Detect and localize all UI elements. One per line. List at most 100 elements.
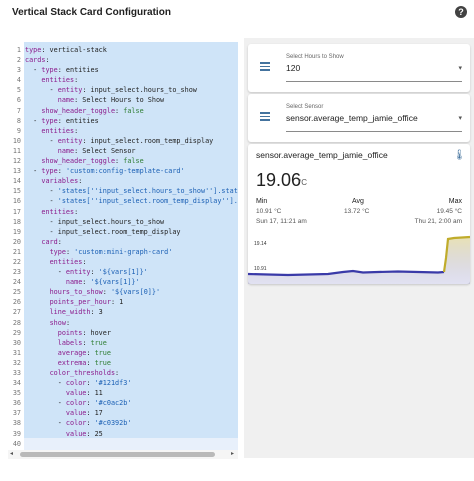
min-label: Min — [256, 198, 268, 205]
code-text: show_header_toggle: false — [41, 106, 144, 115]
graph-max-axis-label: 19.14 — [252, 241, 269, 247]
scroll-right-arrow-icon[interactable]: ▸ — [231, 450, 234, 459]
thermometer-icon: 🌡 — [453, 150, 466, 161]
line-number: 40 — [12, 439, 21, 448]
hours-select-dropdown[interactable]: Select Hours to Show 120 ▾ — [286, 54, 462, 82]
code-text: value: 17 — [65, 409, 103, 418]
code-text: card: — [41, 237, 62, 246]
scrollbar-thumb[interactable] — [20, 452, 215, 457]
code-text: name: Select Hours to Show — [57, 96, 165, 105]
line-number: 10 — [12, 136, 21, 145]
line-number: 16 — [12, 197, 21, 206]
card-preview: Select Hours to Show 120 ▾ Select Sensor… — [244, 38, 474, 458]
line-number: 23 — [12, 268, 21, 277]
hours-select-value: 120 — [286, 63, 301, 73]
code-text: value: 11 — [65, 389, 103, 398]
sensor-select-card: Select Sensor sensor.average_temp_jamie_… — [248, 94, 470, 142]
code-text: type: vertical-stack — [25, 46, 107, 54]
code-text: - entity: input_select.room_temp_display — [25, 136, 214, 145]
line-number: 17 — [12, 207, 21, 216]
line-number: 6 — [16, 96, 21, 105]
code-text: - color: '#c0392b' — [25, 419, 132, 428]
code-text: cards: — [25, 56, 50, 65]
temperature-history-graph — [248, 235, 470, 284]
chevron-down-icon[interactable]: ▾ — [458, 64, 462, 72]
code-text: - type: entities — [25, 66, 99, 75]
code-text: - color: '#121df3' — [25, 379, 132, 388]
code-text: extrema: true — [57, 358, 111, 367]
min-time: Sun 17, 11:21 am — [256, 218, 307, 225]
yaml-code-editor[interactable]: 1 type: vertical-stack 2 cards: 3 - type: en… — [8, 42, 238, 458]
line-number: 15 — [12, 187, 21, 196]
code-text: value: 25 — [65, 429, 103, 438]
line-number: 19 — [12, 227, 21, 236]
max-time: Thu 21, 2:00 am — [414, 218, 462, 225]
line-number: 30 — [12, 338, 21, 347]
code-text: entities: — [41, 76, 79, 85]
hours-select-card: Select Hours to Show 120 ▾ — [248, 44, 470, 92]
format-list-bulleted-icon — [260, 112, 270, 121]
line-number: 18 — [12, 217, 21, 226]
chevron-down-icon[interactable]: ▾ — [458, 114, 462, 122]
code-text: entities: — [49, 257, 87, 266]
code-text: points: hover — [57, 328, 111, 337]
code-text: name: Select Sensor — [57, 146, 136, 155]
scroll-left-arrow-icon[interactable]: ◂ — [10, 450, 13, 459]
help-circle-icon[interactable]: ? — [455, 6, 467, 18]
code-text: - entity: input_select.hours_to_show — [25, 86, 197, 95]
avg-label: Avg — [352, 198, 364, 205]
code-text: average: true — [57, 348, 111, 357]
line-number: 4 — [16, 76, 21, 85]
code-text: name: '${vars[1]}' — [65, 278, 140, 287]
line-number: 36 — [12, 399, 21, 408]
sensor-select-dropdown[interactable]: Select Sensor sensor.average_temp_jamie_… — [286, 104, 462, 132]
sensor-select-value: sensor.average_temp_jamie_office — [286, 113, 418, 123]
graph-min-axis-label: 10.91 — [252, 266, 269, 272]
line-number: 9 — [16, 126, 21, 135]
code-text: variables: — [41, 177, 83, 186]
line-number: 13 — [12, 167, 21, 176]
line-number: 37 — [12, 409, 21, 418]
code-text: - color: '#c0ac2b' — [25, 399, 132, 408]
code-text: points_per_hour: 1 — [49, 298, 124, 307]
line-number: 33 — [12, 369, 21, 377]
graph-state-value: 19.06 — [256, 170, 302, 190]
line-number: 14 — [12, 177, 21, 186]
code-text: - 'states[''input_select.hours_to_show''… — [25, 187, 238, 196]
hours-select-label: Select Hours to Show — [286, 54, 344, 60]
graph-area — [248, 237, 470, 284]
horizontal-scrollbar[interactable]: ◂ ▸ — [8, 450, 238, 459]
line-number: 38 — [12, 419, 21, 428]
line-number: 3 — [16, 66, 21, 75]
line-number: 12 — [12, 157, 21, 166]
code-text: color_thresholds: — [49, 369, 120, 377]
code-text: entities: — [41, 126, 79, 135]
line-number: 34 — [12, 379, 21, 388]
max-label: Max — [448, 198, 462, 205]
mini-graph-card[interactable]: sensor.average_temp_jamie_office 🌡 19.06… — [248, 144, 470, 284]
line-number: 21 — [12, 247, 21, 256]
code-text: labels: true — [57, 338, 107, 347]
line-number: 7 — [16, 106, 21, 115]
sensor-select-label: Select Sensor — [286, 104, 324, 110]
graph-state-unit: °C — [298, 178, 307, 187]
dialog-title: Vertical Stack Card Configuration — [12, 7, 171, 18]
code-text: - input_select.hours_to_show — [25, 217, 165, 226]
line-number: 1 — [16, 46, 21, 54]
code-text: show: — [49, 318, 71, 327]
code-text: - input_select.room_temp_display — [25, 227, 181, 236]
code-text: type: 'custom:mini-graph-card' — [49, 247, 173, 256]
format-list-bulleted-icon — [260, 62, 270, 71]
code-text: entities: — [41, 207, 79, 216]
line-number: 20 — [12, 237, 21, 246]
line-number: 8 — [16, 116, 21, 125]
line-number: 26 — [12, 298, 21, 307]
avg-value: 13.72 °C — [344, 208, 370, 215]
code-text: - type: 'custom:config-template-card' — [25, 167, 185, 176]
line-number: 28 — [12, 318, 21, 327]
line-number: 29 — [12, 328, 21, 337]
line-number: 35 — [12, 389, 21, 398]
line-number: 32 — [12, 358, 21, 367]
line-number: 39 — [12, 429, 21, 438]
line-number: 5 — [16, 86, 21, 95]
